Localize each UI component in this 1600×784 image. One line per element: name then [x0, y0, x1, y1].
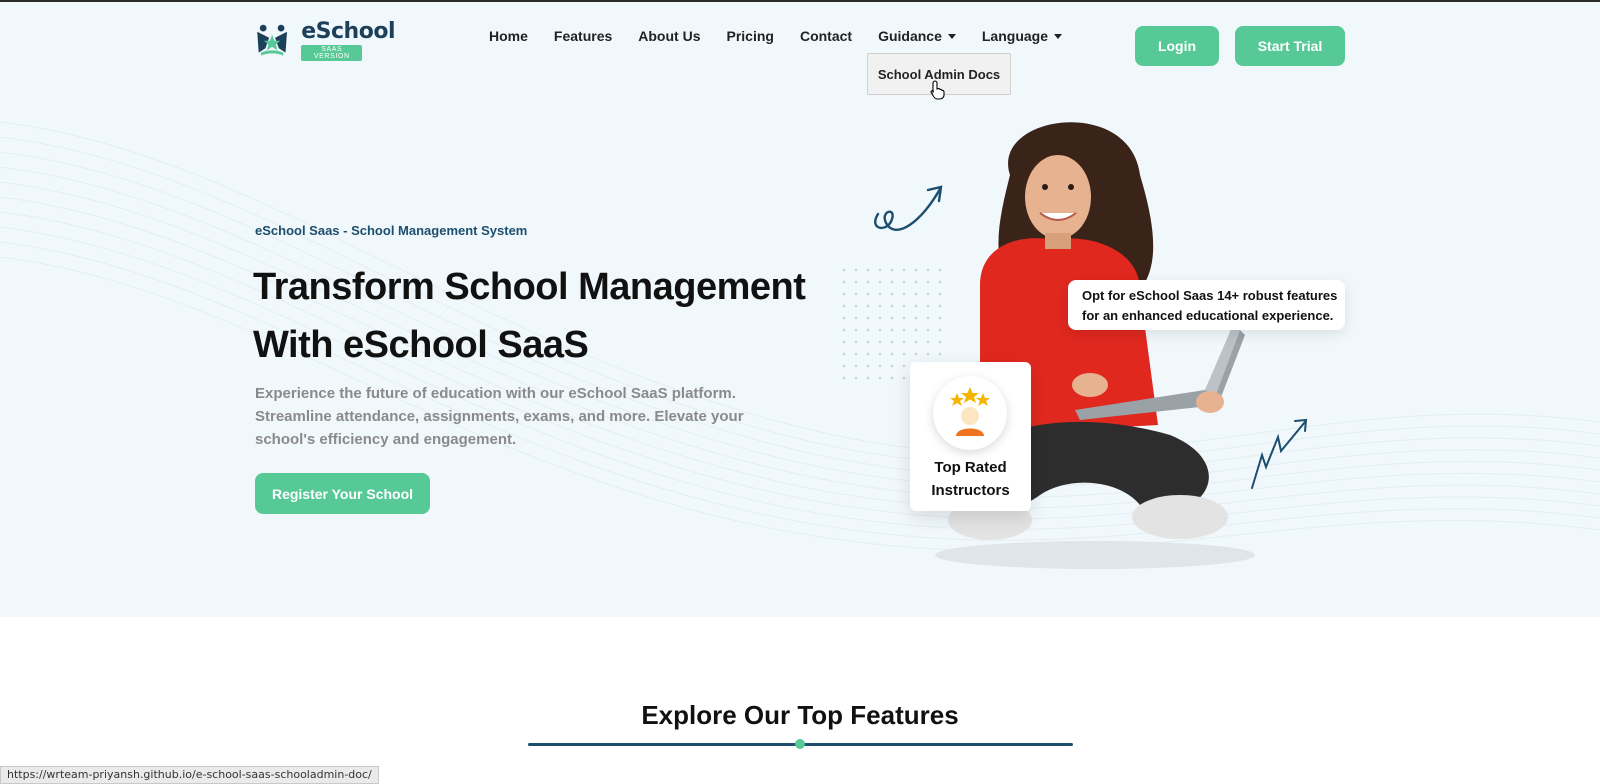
login-button[interactable]: Login	[1135, 26, 1219, 66]
section-divider-dot	[795, 739, 805, 749]
features-highlight-line-1: Opt for eSchool Saas 14+ robust features	[1082, 288, 1338, 303]
nav-home[interactable]: Home	[489, 28, 528, 44]
logo-icon	[257, 24, 288, 56]
logo-badge: SAAS VERSION	[301, 44, 363, 61]
top-rated-line-1: Top Rated	[934, 459, 1007, 476]
hero-eyebrow: eSchool Saas - School Management System	[255, 223, 528, 238]
caret-down-icon	[1054, 33, 1062, 39]
hero-title-line-2: With eSchool SaaS	[253, 324, 589, 366]
features-section-title: Explore Our Top Features	[641, 700, 959, 730]
nav-features[interactable]: Features	[554, 28, 612, 44]
caret-down-icon	[947, 33, 956, 39]
browser-status-bar: https://wrteam-priyansh.github.io/e-scho…	[0, 766, 379, 784]
nav-pricing[interactable]: Pricing	[726, 28, 773, 44]
nav-features-label: Features	[553, 28, 613, 44]
features-highlight-card: Opt for eSchool Saas 14+ robust features…	[1068, 280, 1345, 330]
start-trial-button[interactable]: Start Trial	[1235, 26, 1345, 66]
nav-guidance-label: Guidance	[878, 28, 942, 44]
star-award-icon	[950, 387, 990, 436]
hero-title-line-1: Transform School Management	[253, 266, 806, 308]
hero-title: Transform School Management With eSchool…	[253, 258, 813, 374]
nav-about-us[interactable]: About Us	[638, 28, 700, 44]
top-rated-line-2: Instructors	[931, 482, 1010, 499]
features-highlight-line-2: for an enhanced educational experience.	[1082, 308, 1334, 323]
award-badge	[933, 376, 1007, 450]
logo-name: eSchool	[301, 18, 395, 44]
pointer-cursor-icon	[930, 80, 945, 100]
zigzag-arrow-icon	[1251, 421, 1306, 489]
nav-pricing-label: Pricing	[726, 28, 774, 44]
top-rated-text: Top Rated Instructors	[910, 456, 1031, 502]
nav-contact-label: Contact	[799, 28, 853, 44]
nav-contact[interactable]: Contact	[800, 28, 852, 44]
hero-description: Experience the future of education with …	[255, 385, 744, 448]
swirl-arrow-icon	[874, 187, 942, 231]
nav-guidance[interactable]: Guidance	[878, 28, 956, 44]
brand-logo[interactable]: eSchool SAAS VERSION	[255, 16, 395, 64]
main-nav: Home Features About Us Pricing Contact G…	[489, 28, 1088, 44]
top-rated-card: Top Rated Instructors	[910, 362, 1031, 511]
nav-language-label: Language	[981, 28, 1048, 44]
register-school-button[interactable]: Register Your School	[255, 473, 430, 514]
nav-about-label: About Us	[638, 28, 701, 44]
nav-language[interactable]: Language	[982, 28, 1062, 44]
nav-home-label: Home	[489, 28, 528, 44]
